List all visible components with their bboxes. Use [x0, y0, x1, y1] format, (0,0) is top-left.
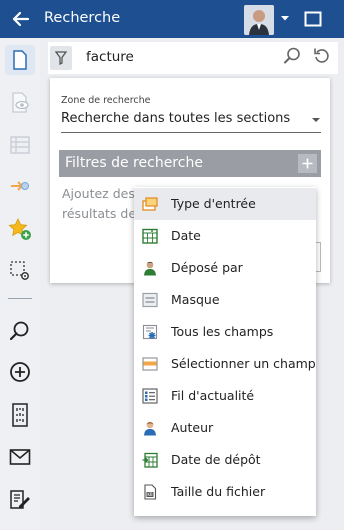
- filter-button[interactable]: [50, 46, 72, 70]
- barcode-document-icon: [12, 403, 28, 427]
- search-icon[interactable]: [282, 46, 302, 66]
- chevron-down-icon: [312, 118, 320, 122]
- dropdown-item-all-fields[interactable]: Tous les champs: [134, 316, 316, 348]
- dropdown-item-deposit-date[interactable]: Date de dépôt: [134, 444, 316, 476]
- sidebar-divider: [8, 298, 32, 299]
- sidebar: [0, 38, 40, 530]
- plus-icon: [302, 158, 313, 169]
- filters-title: Filtres de recherche: [65, 155, 203, 171]
- deposit-date-icon: [142, 452, 158, 468]
- dropdown-item-label: Fil d'actualité: [171, 388, 255, 403]
- zone-select-value: Recherche dans toutes les sections: [61, 111, 291, 126]
- avatar[interactable]: [244, 5, 274, 35]
- dropdown-item-file-size[interactable]: KB Taille du fichier: [134, 476, 316, 508]
- file-size-icon: KB: [144, 484, 157, 500]
- view-document-icon: [12, 92, 29, 113]
- edit-document-icon: [10, 490, 30, 509]
- sidebar-item-favorites[interactable]: [5, 214, 35, 244]
- feed-icon: [142, 388, 158, 404]
- dropdown-item-select-field[interactable]: Sélectionner un champ: [134, 348, 316, 380]
- dropdown-item-label: Taille du fichier: [171, 484, 266, 499]
- filter-type-dropdown: Type d'entrée Date Déposé par Masque Tou…: [134, 187, 316, 516]
- search-icon: [9, 321, 29, 341]
- zone-select[interactable]: Recherche dans toutes les sections: [61, 110, 321, 133]
- filter-icon: [55, 51, 67, 65]
- workflow-icon: [11, 181, 29, 191]
- user-icon: [144, 261, 156, 276]
- dropdown-item-label: Sélectionner un champ: [171, 356, 316, 371]
- dropdown-item-date[interactable]: Date: [134, 220, 316, 252]
- calendar-icon: [142, 228, 158, 244]
- mask-icon: [142, 292, 158, 308]
- select-field-icon: [142, 357, 158, 371]
- document-icon: [13, 50, 27, 70]
- author-icon: [144, 421, 156, 436]
- sidebar-item-edit[interactable]: [5, 484, 35, 514]
- sidebar-item-add[interactable]: [5, 357, 35, 387]
- add-filter-button[interactable]: [298, 154, 317, 173]
- sidebar-item-list[interactable]: [5, 130, 35, 160]
- filters-header: Filtres de recherche: [59, 150, 321, 177]
- dropdown-item-label: Date de dépôt: [171, 452, 261, 467]
- dropdown-item-news-feed[interactable]: Fil d'actualité: [134, 380, 316, 412]
- dropdown-item-label: Date: [171, 228, 201, 243]
- sidebar-item-workflow[interactable]: [5, 171, 35, 201]
- svg-text:KB: KB: [147, 492, 153, 497]
- sidebar-item-view[interactable]: [5, 88, 35, 118]
- app-header: Recherche: [0, 0, 344, 38]
- list-icon: [10, 136, 30, 154]
- selection-settings-icon: [10, 261, 29, 280]
- sidebar-item-search[interactable]: [5, 316, 35, 346]
- dropdown-item-label: Déposé par: [171, 260, 243, 275]
- entry-type-icon: [142, 197, 158, 211]
- add-circle-icon: [10, 362, 30, 382]
- search-input[interactable]: facture: [86, 49, 134, 65]
- dropdown-item-deposited-by[interactable]: Déposé par: [134, 252, 316, 284]
- sidebar-item-barcode[interactable]: [5, 400, 35, 430]
- dropdown-item-label: Masque: [171, 292, 220, 307]
- mail-icon: [9, 449, 31, 465]
- chevron-down-icon[interactable]: [280, 13, 290, 23]
- sidebar-item-selection-settings[interactable]: [5, 256, 35, 286]
- page-title: Recherche: [44, 10, 121, 26]
- dropdown-item-label: Tous les champs: [171, 324, 274, 339]
- sidebar-item-mail[interactable]: [5, 442, 35, 472]
- add-favorite-icon: [8, 218, 31, 240]
- zone-label: Zone de recherche: [61, 95, 151, 106]
- back-arrow-icon[interactable]: [10, 8, 32, 30]
- dropdown-item-label: Auteur: [171, 420, 214, 435]
- window-icon[interactable]: [304, 11, 322, 27]
- all-fields-icon: [142, 324, 158, 340]
- dropdown-item-mask[interactable]: Masque: [134, 284, 316, 316]
- dropdown-item-author[interactable]: Auteur: [134, 412, 316, 444]
- reset-icon[interactable]: [312, 46, 332, 66]
- dropdown-item-entry-type[interactable]: Type d'entrée: [134, 188, 316, 220]
- sidebar-item-document[interactable]: [5, 45, 35, 75]
- dropdown-item-label: Type d'entrée: [171, 196, 256, 211]
